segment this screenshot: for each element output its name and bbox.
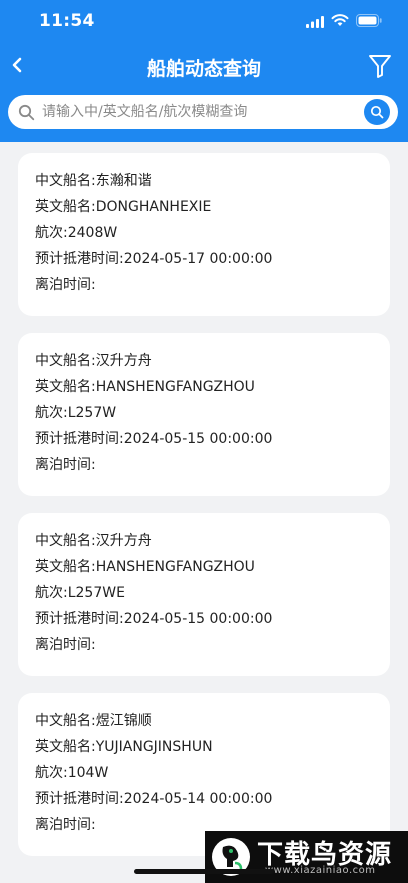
page-title: 船舶动态查询 <box>146 58 261 80</box>
eta: 预计抵港时间:2024-05-15 00:00:00 <box>35 431 273 447</box>
watermark: 下载鸟资源 www.xiazainiao.com <box>205 831 408 883</box>
home-indicator[interactable] <box>134 869 274 874</box>
en-name: 英文船名:YUJIANGJINSHUN <box>35 739 213 755</box>
cn-name: 中文船名:汉升方舟 <box>35 353 152 369</box>
filter-icon[interactable] <box>366 52 394 80</box>
voyage: 航次:104W <box>35 765 109 781</box>
eta: 预计抵港时间:2024-05-14 00:00:00 <box>35 791 273 807</box>
en-name: 英文船名:HANSHENGFANGZHOU <box>35 379 255 395</box>
watermark-url: www.xiazainiao.com <box>265 865 376 876</box>
header: 11:54 船舶动态查询 <box>0 0 408 142</box>
search-icon <box>370 105 384 119</box>
voyage: 航次:L257WE <box>35 585 125 601</box>
ship-card[interactable]: 中文船名:汉升方舟 英文船名:HANSHENGFANGZHOU 航次:L257W… <box>18 333 390 496</box>
battery-icon <box>356 14 382 27</box>
cn-name: 中文船名:煜江锦顺 <box>35 713 152 729</box>
nav-bar: 船舶动态查询 <box>0 44 408 88</box>
wifi-icon <box>331 14 349 26</box>
voyage: 航次:L257W <box>35 405 117 421</box>
status-bar: 11:54 <box>0 0 408 44</box>
eta: 预计抵港时间:2024-05-15 00:00:00 <box>35 611 273 627</box>
cn-name: 中文船名:汉升方舟 <box>35 533 152 549</box>
eta: 预计抵港时间:2024-05-17 00:00:00 <box>35 251 273 267</box>
search-icon <box>18 104 35 121</box>
en-name: 英文船名:DONGHANHEXIE <box>35 199 212 215</box>
cn-name: 中文船名:东瀚和谐 <box>35 173 152 189</box>
ship-list: 中文船名:东瀚和谐 英文船名:DONGHANHEXIE 航次:2408W 预计抵… <box>18 153 390 873</box>
departure-time: 离泊时间: <box>35 457 96 473</box>
voyage: 航次:2408W <box>35 225 118 241</box>
ship-card[interactable]: 中文船名:汉升方舟 英文船名:HANSHENGFANGZHOU 航次:L257W… <box>18 513 390 676</box>
search-input[interactable] <box>42 95 362 129</box>
search-bar <box>8 95 398 129</box>
en-name: 英文船名:HANSHENGFANGZHOU <box>35 559 255 575</box>
status-time: 11:54 <box>39 11 95 31</box>
signal-icon <box>306 16 324 28</box>
search-button[interactable] <box>364 99 390 125</box>
ship-card[interactable]: 中文船名:东瀚和谐 英文船名:DONGHANHEXIE 航次:2408W 预计抵… <box>18 153 390 316</box>
departure-time: 离泊时间: <box>35 277 96 293</box>
departure-time: 离泊时间: <box>35 637 96 653</box>
